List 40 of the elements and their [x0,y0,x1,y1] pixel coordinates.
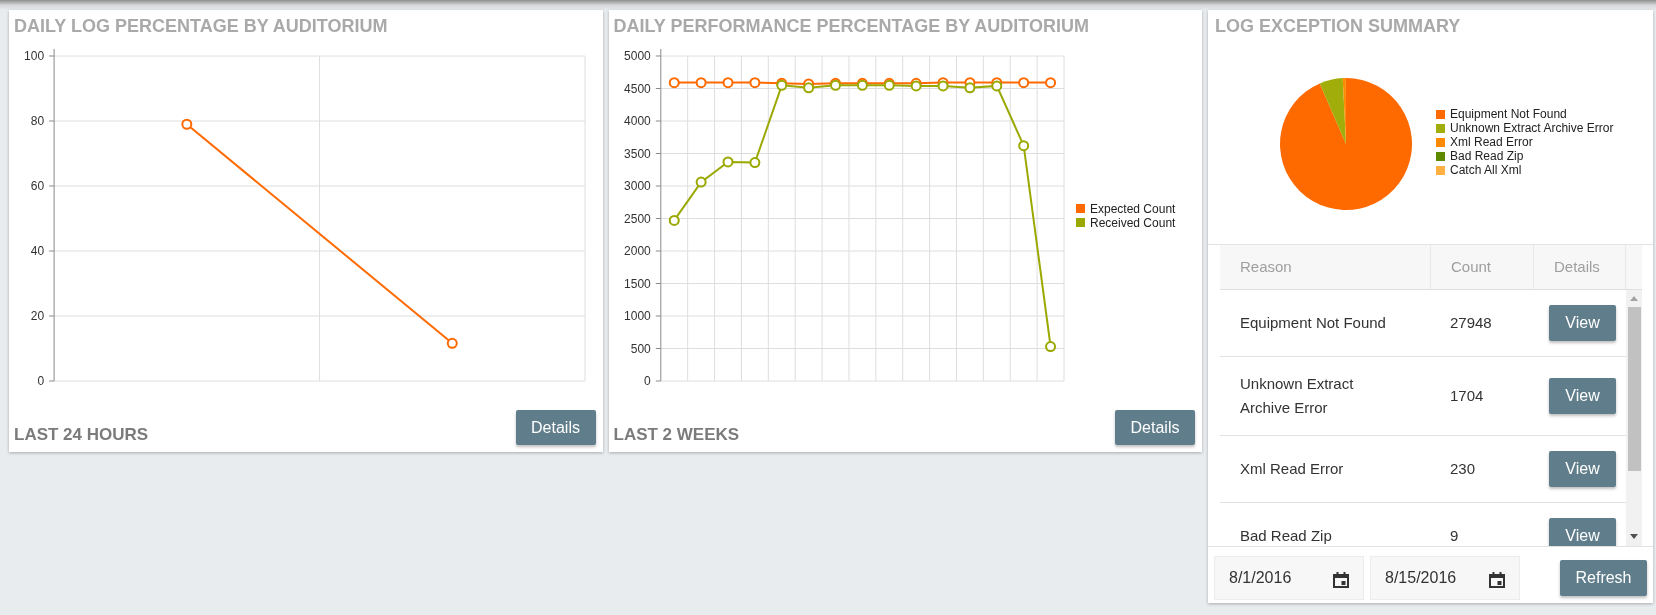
axis-label: 40 [30,244,45,258]
legend-label: Catch All Xml [1450,163,1522,177]
axis-label: 2500 [623,211,651,226]
axis-label: 2000 [623,244,651,258]
panel-title: LOG EXCEPTION SUMMARY [1214,15,1462,38]
legend-label: Expected Count [1089,201,1175,216]
axis-label: 1500 [623,276,651,291]
axis-label: 4500 [623,81,651,96]
axis-label: 0 [37,374,45,388]
legend-label: Bad Read Zip [1450,149,1524,163]
table-cell-text: Unknown Extract Archive Error [1239,374,1355,418]
axis-label: 3500 [623,146,651,161]
axis-label: 4000 [623,114,651,128]
axis-label: 20 [30,309,45,323]
period-label: LAST 24 HOURS [14,425,149,445]
axis-label: 0 [643,374,651,388]
period-label: LAST 2 WEEKS [613,425,740,445]
axis-label: 500 [630,341,651,356]
axis-label: 100 [24,49,45,63]
column-header: Reason [1220,245,1431,289]
legend-label: Equipment Not Found [1450,107,1567,121]
legend-label: Received Count [1089,215,1175,230]
table-cell-text: 9 [1449,526,1460,546]
axis-label: 5000 [623,49,651,63]
axis-label: 1000 [623,309,651,323]
axis-label: 80 [30,114,45,128]
table-cell-text: 1704 [1449,386,1485,406]
table-cell-text: 230 [1449,459,1477,479]
legend-label: Unknown Extract Archive Error [1450,121,1614,135]
axis-label: 3000 [623,179,651,193]
table-cell-text: 27948 [1449,313,1493,333]
column-header: Details [1534,245,1626,289]
table-cell-text: Xml Read Error [1239,459,1345,479]
table-cell-text: Equipment Not Found [1239,313,1387,333]
panel-title: DAILY PERFORMANCE PERCENTAGE BY AUDITORIUM [612,15,1090,38]
panel-title: DAILY LOG PERCENTAGE BY AUDITORIUM [13,15,389,38]
axis-label: 60 [30,179,45,193]
table-cell-text: Bad Read Zip [1239,526,1333,546]
column-header: Count [1431,245,1534,289]
legend-label: Xml Read Error [1450,135,1533,149]
